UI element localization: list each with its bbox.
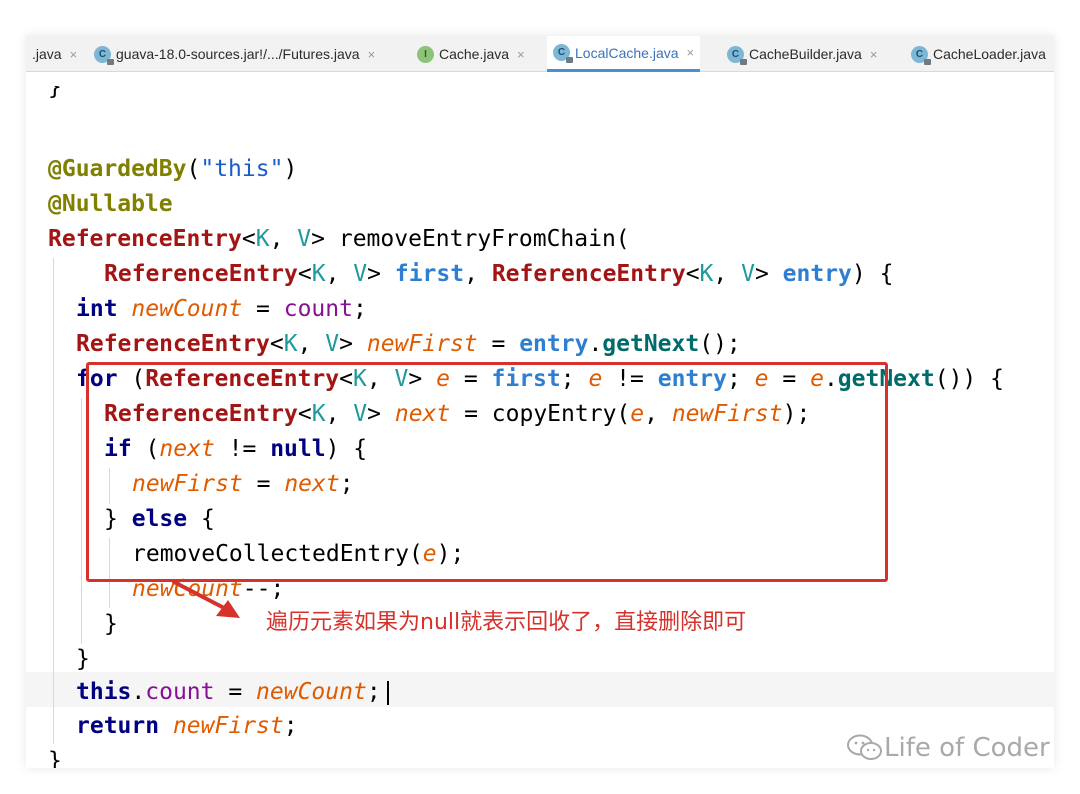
tab-label: CacheLoader.java — [933, 46, 1046, 62]
arrow-icon — [172, 580, 240, 618]
code-line: @Nullable — [48, 191, 173, 217]
code-line: ReferenceEntry<K, V> newFirst = entry.ge… — [76, 331, 741, 357]
tab-label: guava-18.0-sources.jar!/.../Futures.java — [116, 46, 360, 62]
class-file-icon: C — [911, 45, 931, 65]
close-icon[interactable]: × — [368, 47, 376, 62]
highlight-box — [86, 362, 888, 582]
code-line: int newCount = count; — [76, 296, 367, 322]
class-file-icon: C — [727, 45, 747, 65]
code-line: ReferenceEntry<K, V> first, ReferenceEnt… — [104, 261, 894, 287]
lock-icon — [740, 58, 747, 65]
lock-icon — [107, 58, 114, 65]
close-icon[interactable]: × — [870, 47, 878, 62]
tab-label: Cache.java — [439, 46, 510, 62]
code-line: } — [48, 748, 62, 768]
tab-label: LocalCache.java — [575, 44, 679, 61]
code-line: } — [48, 86, 62, 100]
indent-guide — [81, 398, 82, 644]
editor-tab-bar: .java × C guava-18.0-sources.jar!/.../Fu… — [26, 36, 1054, 72]
interface-file-icon: I — [417, 45, 434, 63]
tab-cacheloader-java[interactable]: C CacheLoader.java — [905, 36, 1052, 72]
code-line: return newFirst; — [76, 713, 298, 739]
class-file-icon: C — [553, 44, 573, 63]
tab-futures-java[interactable]: C guava-18.0-sources.jar!/.../Futures.ja… — [88, 36, 381, 72]
tab-label: .java — [32, 46, 62, 62]
close-icon[interactable]: × — [687, 45, 695, 60]
code-line: } — [76, 646, 90, 672]
code-line: this.count = newCount; — [76, 679, 381, 705]
close-icon[interactable]: × — [70, 47, 78, 62]
text-cursor — [387, 681, 389, 705]
code-line: @GuardedBy("this") — [48, 156, 298, 182]
wechat-icon — [847, 734, 882, 760]
lock-icon — [924, 58, 931, 65]
watermark-text: Life of Coder — [884, 733, 1050, 763]
tab-cachebuilder-java[interactable]: C CacheBuilder.java × — [721, 36, 883, 72]
tab-cache-java[interactable]: I Cache.java × — [411, 36, 531, 72]
tab-prev-java[interactable]: .java × — [26, 36, 83, 72]
close-icon[interactable]: × — [517, 47, 525, 62]
class-file-icon: C — [94, 45, 114, 65]
code-line: } — [104, 611, 118, 637]
tab-label: CacheBuilder.java — [749, 46, 862, 62]
lock-icon — [566, 57, 573, 63]
indent-guide — [53, 258, 54, 744]
tab-localcache-java[interactable]: C LocalCache.java × — [547, 36, 701, 72]
code-line: ReferenceEntry<K, V> removeEntryFromChai… — [48, 226, 630, 252]
annotation-note: 遍历元素如果为null就表示回收了，直接删除即可 — [266, 610, 747, 635]
watermark: Life of Coder — [846, 733, 1050, 763]
